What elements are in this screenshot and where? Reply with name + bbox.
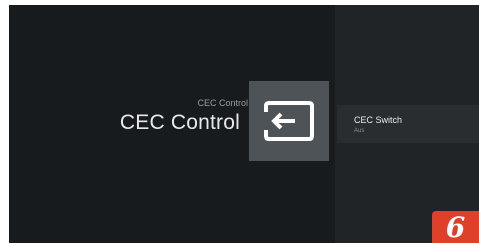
- tv-screen: CEC Control CEC Control CEC Switch Aus: [9, 5, 479, 243]
- breadcrumb: CEC Control: [197, 98, 248, 108]
- step-number-badge: 6: [432, 211, 479, 244]
- page-title: CEC Control: [119, 111, 240, 134]
- input-source-icon: [264, 101, 314, 141]
- menu-item-cec-switch[interactable]: CEC Switch Aus: [337, 105, 479, 143]
- menu-item-title: CEC Switch: [354, 115, 403, 125]
- cec-icon-tile: [249, 81, 329, 161]
- menu-item-subtitle: Aus: [354, 128, 365, 134]
